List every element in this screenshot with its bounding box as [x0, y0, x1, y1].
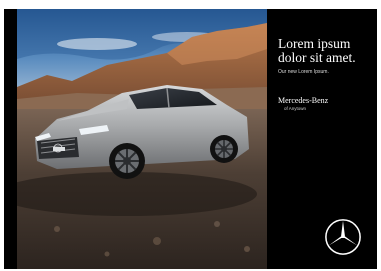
- brand-subline: of Anytown: [284, 106, 307, 111]
- side-strip-text: [8, 29, 14, 69]
- desert-car-scene: [17, 9, 267, 269]
- copy-panel: Lorem ipsum dolor sit amet. Our new Lore…: [267, 9, 377, 269]
- subline: Our new Lorem Ipsum.: [278, 69, 329, 75]
- side-strip: [4, 9, 17, 269]
- mercedes-star-icon: [325, 219, 361, 255]
- advertisement: Lorem ipsum dolor sit amet. Our new Lore…: [4, 9, 377, 269]
- hero-photo: [17, 9, 267, 269]
- brand-name: Mercedes-Benz: [278, 96, 329, 105]
- headline: Lorem ipsum dolor sit amet.: [278, 36, 356, 65]
